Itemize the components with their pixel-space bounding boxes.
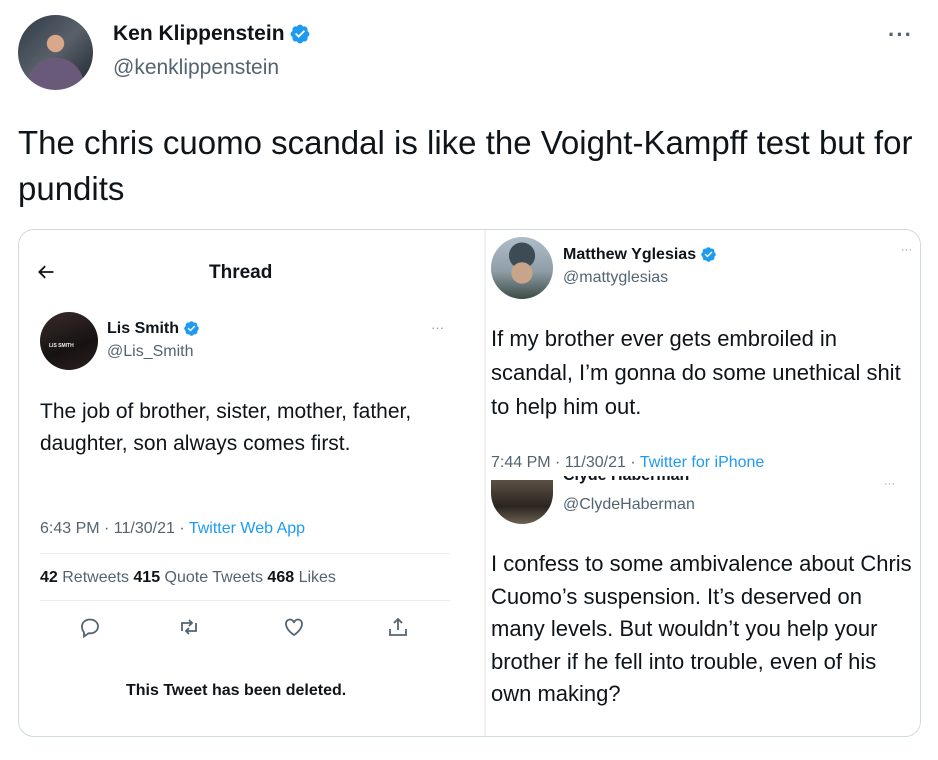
- matt-source: Twitter for iPhone: [639, 454, 765, 471]
- matthew-yglesias-avatar: [491, 237, 553, 299]
- share-icon: [389, 617, 407, 636]
- like-icon: [285, 618, 303, 637]
- lis-smith-panel: [20, 231, 484, 731]
- verified-badge-icon: [701, 247, 716, 263]
- author-name-row[interactable]: Ken Klippenstein: [113, 22, 311, 46]
- divider: [40, 553, 450, 554]
- likes-count: 468: [267, 569, 295, 586]
- divider: [40, 600, 450, 601]
- clyde-haberman-handle: @ClydeHaberman: [563, 496, 695, 513]
- author-avatar[interactable]: [18, 15, 93, 90]
- lis-smith-name: Lis Smith: [107, 320, 180, 337]
- more-horizontal-icon: ···: [431, 320, 444, 335]
- more-horizontal-icon: ···: [901, 244, 912, 256]
- lis-smith-timestamp: 6:43 PM · 11/30/21 · Twitter Web App: [40, 520, 305, 538]
- clyde-haberman-name-text: Clyde Haberman: [563, 476, 689, 484]
- likes-label: Likes: [294, 569, 336, 586]
- lis-smith-tweet-text: The job of brother, sister, mother, fath…: [40, 400, 412, 455]
- deleted-notice: This Tweet has been deleted.: [126, 682, 347, 699]
- more-horizontal-icon: ···: [884, 478, 895, 490]
- lis-smith-name-row: Lis Smith: [107, 320, 200, 338]
- back-arrow-icon: [38, 265, 54, 279]
- retweet-icon: [181, 619, 197, 635]
- author-handle[interactable]: @kenklippenstein: [113, 56, 279, 80]
- matthew-yglesias-name-row: Matthew Yglesias: [563, 246, 717, 264]
- lis-smith-stats: 42 Retweets 415 Quote Tweets 468 Likes: [40, 569, 336, 587]
- matthew-yglesias-timestamp: 7:44 PM · 11/30/21 · Twitter for iPhone: [491, 454, 764, 472]
- retweets-label: Retweets: [57, 569, 134, 586]
- embedded-image[interactable]: Thread LIS SMITH Lis Smith @Lis_Smith ··…: [18, 229, 921, 737]
- matt-time: 7:44 PM · 11/30/21 ·: [491, 454, 640, 471]
- matthew-yglesias-handle: @mattyglesias: [563, 269, 669, 286]
- thread-title: Thread: [209, 262, 273, 283]
- lis-source: Twitter Web App: [188, 520, 306, 537]
- lis-smith-avatar: LIS SMITH: [40, 312, 98, 370]
- clyde-haberman-tweet-text: I confess to some ambivalence about Chri…: [491, 551, 912, 706]
- verified-badge-icon: [184, 321, 199, 337]
- author-name[interactable]: Ken Klippenstein: [113, 22, 285, 45]
- clyde-haberman-name: Clyde Haberman: [563, 476, 689, 486]
- quotes-label: Quote Tweets: [160, 569, 268, 586]
- more-horizontal-icon[interactable]: ···: [888, 22, 913, 48]
- matthew-yglesias-name: Matthew Yglesias: [563, 246, 697, 263]
- verified-badge-icon: [290, 25, 309, 44]
- lis-smith-handle: @Lis_Smith: [107, 343, 194, 360]
- retweets-count: 42: [40, 569, 58, 586]
- lis-time: 6:43 PM · 11/30/21 ·: [40, 520, 189, 537]
- lis-avatar-caption: LIS SMITH: [49, 343, 74, 349]
- tweet-text: The chris cuomo scandal is like the Voig…: [18, 124, 913, 207]
- matthew-yglesias-tweet-text: If my brother ever gets embroiled in sca…: [491, 326, 901, 419]
- reply-icon: [81, 618, 99, 639]
- quotes-count: 415: [133, 569, 161, 586]
